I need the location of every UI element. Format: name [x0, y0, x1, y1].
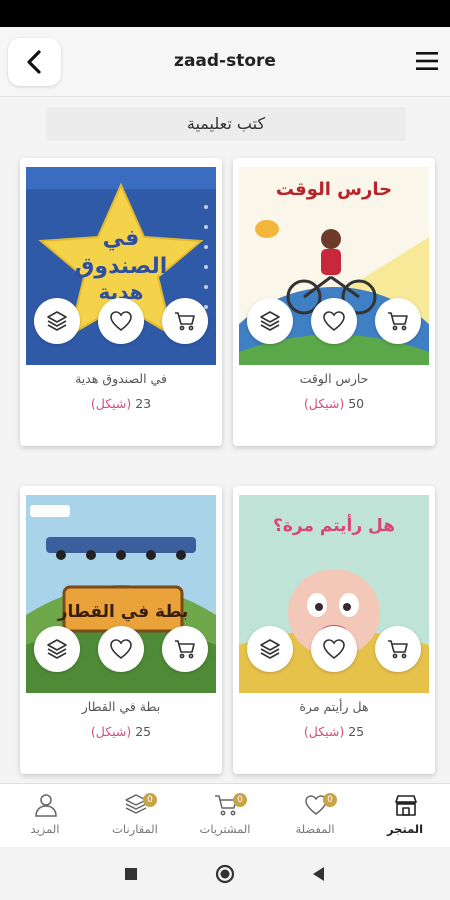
- bottom-nav: المزيد 0 المقارنات 0 المشتريات 0 المفضلة…: [0, 783, 450, 847]
- svg-text:حارس الوقت: حارس الوقت: [276, 179, 392, 200]
- price-value: 23: [135, 396, 152, 411]
- product-card[interactable]: في الصندوق هدية في الصندوق هدية 23 (شيكل…: [20, 158, 222, 446]
- cart-icon: [175, 640, 195, 659]
- product-actions: [34, 626, 208, 672]
- favorite-button[interactable]: [98, 298, 144, 344]
- product-title[interactable]: هل رأيتم مرة: [233, 699, 435, 714]
- favorite-button[interactable]: [98, 626, 144, 672]
- home-button[interactable]: [215, 864, 235, 884]
- add-to-cart-button[interactable]: [375, 626, 421, 672]
- price-currency: (شيكل): [303, 396, 345, 411]
- nav-item-comparisons[interactable]: 0 المقارنات: [90, 784, 180, 848]
- nav-item-more[interactable]: المزيد: [0, 784, 90, 848]
- add-to-cart-button[interactable]: [162, 298, 208, 344]
- menu-button[interactable]: [414, 49, 440, 73]
- nav-badge: 0: [323, 793, 337, 807]
- price-currency: (شيكل): [90, 396, 132, 411]
- product-title[interactable]: حارس الوقت: [233, 371, 435, 386]
- product-card[interactable]: حارس الوقت حارس الوقت 50 (شيكل): [233, 158, 435, 446]
- nav-item-favorites[interactable]: 0 المفضلة: [270, 784, 360, 848]
- store-title: zaad-store: [174, 51, 276, 71]
- add-to-cart-button[interactable]: [375, 298, 421, 344]
- layers-icon: [260, 311, 280, 331]
- svg-text:في: في: [103, 226, 140, 251]
- nav-label: المقارنات: [112, 822, 158, 836]
- product-price: 25 (شيكل): [20, 724, 222, 739]
- square-icon: [125, 868, 137, 880]
- status-bar: [0, 0, 450, 27]
- product-actions: [247, 298, 421, 344]
- favorite-button[interactable]: [311, 298, 357, 344]
- heart-icon: [323, 311, 345, 332]
- product-actions: [247, 626, 421, 672]
- favorite-button[interactable]: [311, 626, 357, 672]
- nav-label: المفضلة: [295, 822, 335, 836]
- cart-icon: [388, 312, 408, 331]
- price-value: 50: [348, 396, 365, 411]
- product-card[interactable]: هل رأيتم مرة؟ هل رأيتم مرة 25 (شيكل): [233, 486, 435, 774]
- nav-label: المزيد: [30, 822, 60, 836]
- person-icon: [35, 794, 57, 817]
- nav-badge: 0: [233, 793, 247, 807]
- product-price: 50 (شيكل): [233, 396, 435, 411]
- product-price: 25 (شيكل): [233, 724, 435, 739]
- nav-badge: 0: [143, 793, 157, 807]
- nav-label: المتجر: [386, 822, 424, 836]
- hamburger-icon: [416, 52, 438, 70]
- product-title[interactable]: بطة في القطار: [20, 699, 222, 714]
- price-currency: (شيكل): [90, 724, 132, 739]
- compare-button[interactable]: [247, 298, 293, 344]
- product-price: 23 (شيكل): [20, 396, 222, 411]
- price-value: 25: [348, 724, 365, 739]
- store-icon: [395, 795, 417, 816]
- nav-item-purchases[interactable]: 0 المشتريات: [180, 784, 270, 848]
- price-value: 25: [135, 724, 152, 739]
- layers-icon: [260, 639, 280, 659]
- app-header: zaad-store: [0, 27, 450, 97]
- price-currency: (شيكل): [303, 724, 345, 739]
- svg-text:الصندوق: الصندوق: [75, 254, 168, 279]
- system-back-button[interactable]: [308, 864, 328, 884]
- layers-icon: [47, 639, 67, 659]
- heart-icon: [110, 639, 132, 660]
- system-nav-bar: [0, 847, 450, 900]
- cart-icon: [175, 312, 195, 331]
- triangle-back-icon: [313, 867, 324, 881]
- cart-icon: [388, 640, 408, 659]
- product-title[interactable]: في الصندوق هدية: [20, 371, 222, 386]
- svg-text:هل رأيتم مرة؟: هل رأيتم مرة؟: [273, 514, 395, 536]
- compare-button[interactable]: [34, 626, 80, 672]
- compare-button[interactable]: [34, 298, 80, 344]
- category-title: كتب تعليمية: [46, 107, 406, 141]
- product-actions: [34, 298, 208, 344]
- heart-icon: [323, 639, 345, 660]
- product-card[interactable]: بطة في القطار بطة في القطار 25 (شيكل): [20, 486, 222, 774]
- nav-label: المشتريات: [199, 822, 251, 836]
- svg-text:بطة في القطار: بطة في القطار: [57, 602, 189, 622]
- circle-icon: [215, 864, 235, 884]
- nav-item-store[interactable]: المتجر: [360, 784, 450, 848]
- heart-icon: [110, 311, 132, 332]
- compare-button[interactable]: [247, 626, 293, 672]
- recents-button[interactable]: [121, 864, 141, 884]
- layers-icon: [47, 311, 67, 331]
- add-to-cart-button[interactable]: [162, 626, 208, 672]
